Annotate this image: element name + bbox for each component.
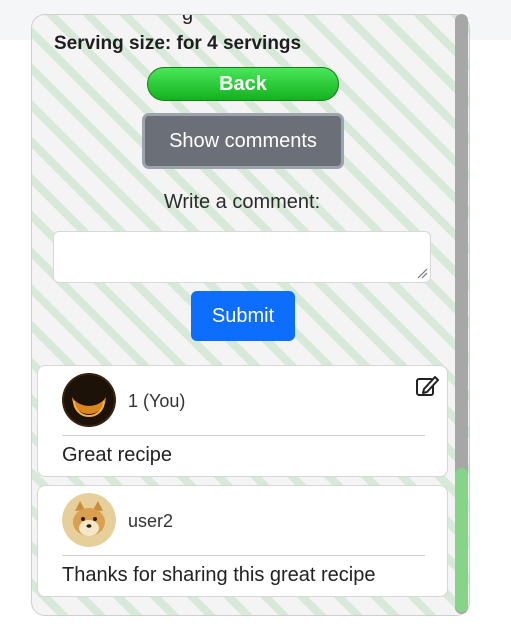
user-avatar [62,493,116,547]
comment-username: user2 [128,511,174,531]
comment-divider [62,435,425,436]
clipped-previous-line: g [182,14,194,25]
comment-text: Great recipe [62,444,173,466]
comment-input[interactable] [53,231,431,283]
user-avatar [62,373,116,427]
comment-username: 1 (You) [128,391,186,411]
show-comments-button[interactable]: Show comments [142,113,344,169]
shiba-dog-avatar-icon [62,493,116,547]
write-comment-label: Write a comment: [163,191,321,213]
recipe-panel: g Serving size: for 4 servings Back Show… [31,14,470,616]
serving-size-text: Serving size: for 4 servings [54,33,302,54]
back-button[interactable]: Back [147,67,339,101]
comment-card: user2 Thanks for sharing this great reci… [37,485,448,597]
comment-divider [62,555,425,556]
scrollbar-thumb[interactable] [455,468,468,612]
comment-text: Thanks for sharing this great recipe [62,564,376,586]
resize-handle-icon[interactable] [416,267,428,279]
submit-button[interactable]: Submit [191,291,295,341]
dark-crescent-avatar-icon [62,373,116,427]
edit-icon[interactable] [414,373,440,399]
comment-card: 1 (You) Great recipe [37,365,448,477]
